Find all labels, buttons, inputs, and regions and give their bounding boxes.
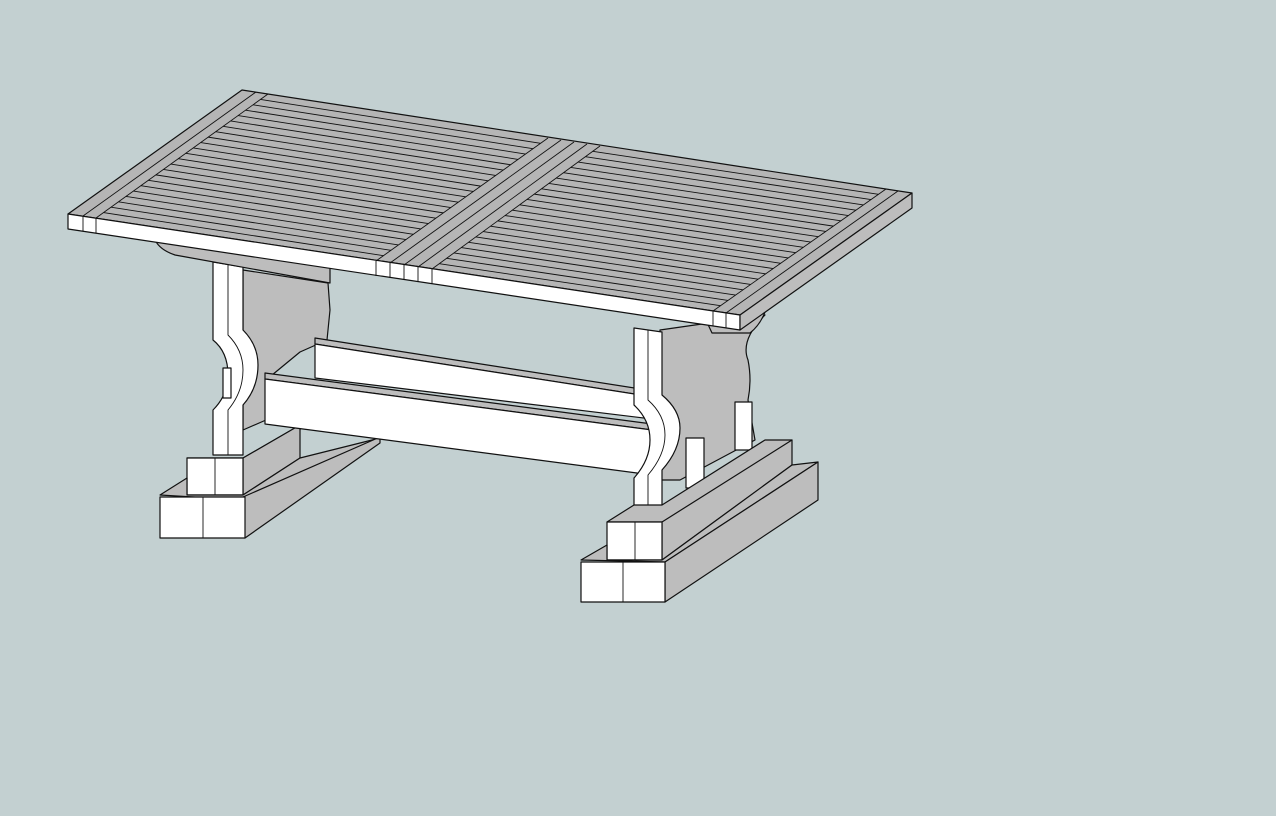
left-tenon-tab	[222, 367, 232, 399]
left-foot-lower-front[interactable]	[159, 496, 246, 539]
right-foot-upper-front[interactable]	[606, 521, 663, 561]
modeling-viewport[interactable]	[0, 0, 1276, 816]
right-tenon-tab-2	[734, 401, 753, 451]
viewport-canvas[interactable]	[0, 0, 1276, 816]
